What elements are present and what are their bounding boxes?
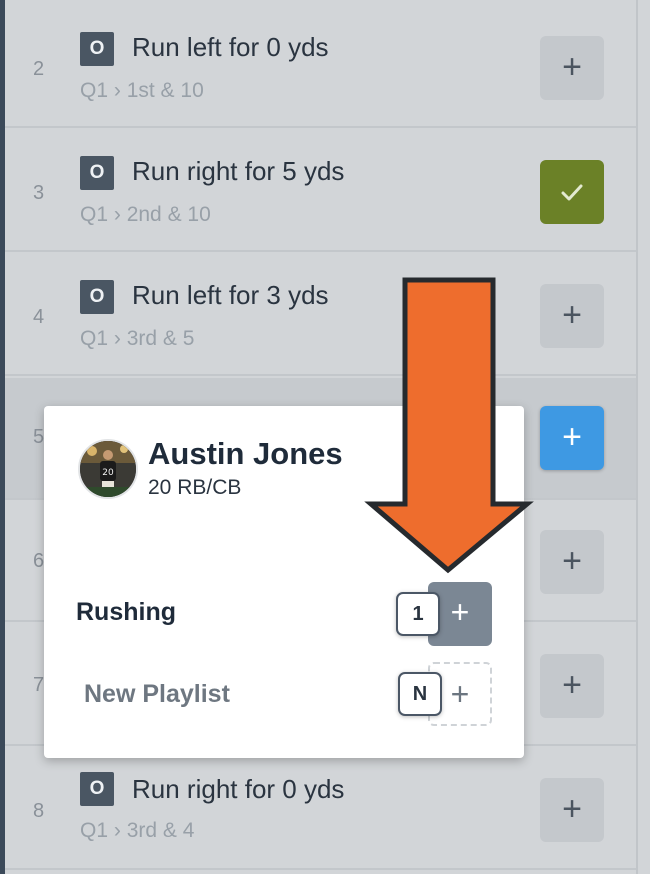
offense-badge: O — [80, 280, 114, 314]
add-to-playlist-button[interactable]: + — [540, 36, 604, 100]
play-title: Run left for 0 yds — [132, 32, 329, 62]
plus-icon: + — [562, 542, 582, 580]
play-number: 3 — [33, 182, 45, 204]
play-number: 5 — [33, 426, 45, 448]
play-number: 4 — [33, 306, 45, 328]
play-row[interactable]: 2 O Run left for 0 yds Q1 › 1st & 10 + — [5, 6, 636, 128]
play-title: Run right for 0 yds — [132, 774, 345, 804]
annotation-arrow-icon — [364, 277, 534, 574]
play-title: Run right for 5 yds — [132, 156, 345, 186]
player-number-position: 20 RB/CB — [148, 476, 242, 499]
add-to-playlist-button[interactable]: + — [540, 778, 604, 842]
play-row[interactable]: 8 O Run right for 0 yds Q1 › 3rd & 4 + — [5, 748, 636, 870]
offense-badge: O — [80, 32, 114, 66]
plus-icon: + — [450, 676, 470, 712]
plus-icon: + — [562, 790, 582, 828]
quarter-label: Q1 — [80, 203, 109, 226]
playlist-name[interactable]: Rushing — [76, 598, 176, 627]
quarter-label: Q1 — [80, 79, 109, 102]
new-playlist-label[interactable]: New Playlist — [84, 680, 230, 709]
quarter-label: Q1 — [80, 327, 109, 350]
breadcrumb-separator-icon: › — [113, 327, 121, 350]
svg-text:20: 20 — [102, 468, 114, 478]
quarter-label: Q1 — [80, 819, 109, 842]
offense-badge: O — [80, 156, 114, 190]
playlist-count-badge: N — [398, 672, 442, 716]
breadcrumb-separator-icon: › — [113, 819, 121, 842]
add-to-playlist-button[interactable]: + — [540, 654, 604, 718]
added-to-playlist-button[interactable] — [540, 160, 604, 224]
player-avatar: 20 — [78, 439, 138, 499]
add-to-playlist-button-active[interactable]: + — [540, 406, 604, 470]
play-situation: Q1 › 1st & 10 — [80, 79, 204, 103]
plus-icon: + — [562, 296, 582, 334]
down-distance-label: 3rd & 4 — [126, 819, 195, 842]
play-situation: Q1 › 2nd & 10 — [80, 203, 211, 227]
play-number: 8 — [33, 800, 45, 822]
plus-icon: + — [562, 418, 582, 456]
check-icon — [561, 184, 583, 201]
play-number: 6 — [33, 550, 45, 572]
play-title: Run left for 3 yds — [132, 280, 329, 310]
add-to-playlist-button[interactable]: + — [540, 284, 604, 348]
plus-icon: + — [562, 666, 582, 704]
player-name: Austin Jones — [148, 436, 343, 471]
plus-icon: + — [450, 594, 470, 630]
breadcrumb-separator-icon: › — [113, 79, 121, 102]
breadcrumb-separator-icon: › — [113, 203, 121, 226]
panel-right-border — [636, 0, 638, 874]
down-distance-label: 2nd & 10 — [126, 203, 211, 226]
player-photo: 20 — [80, 441, 136, 497]
down-distance-label: 1st & 10 — [126, 79, 204, 102]
play-row[interactable]: 3 O Run right for 5 yds Q1 › 2nd & 10 — [5, 130, 636, 252]
play-situation: Q1 › 3rd & 4 — [80, 819, 194, 843]
playlist-count-badge: 1 — [396, 592, 440, 636]
plus-icon: + — [562, 48, 582, 86]
play-number: 2 — [33, 58, 45, 80]
play-situation: Q1 › 3rd & 5 — [80, 327, 194, 351]
offense-badge: O — [80, 772, 114, 806]
play-row[interactable]: 4 O Run left for 3 yds Q1 › 3rd & 5 + — [5, 254, 636, 376]
play-number: 7 — [33, 674, 45, 696]
add-to-playlist-button[interactable]: + — [540, 530, 604, 594]
down-distance-label: 3rd & 5 — [126, 327, 195, 350]
